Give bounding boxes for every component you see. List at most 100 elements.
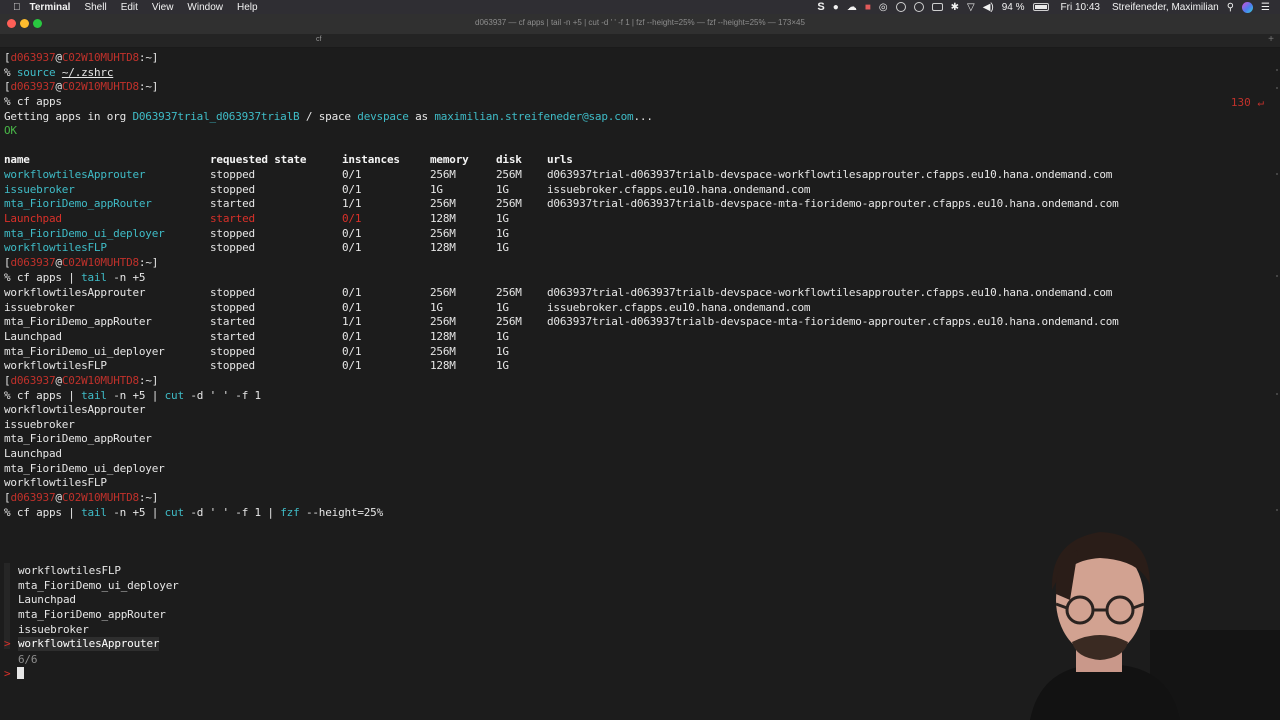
sync-icon[interactable] xyxy=(892,2,910,12)
cell-instances: 0/1 xyxy=(342,359,362,373)
window-titlebar: d063937 — cf apps | tail -n +5 | cut -d … xyxy=(0,14,1280,35)
clock[interactable]: Fri 10:43 xyxy=(1053,2,1104,13)
menu-help[interactable]: Help xyxy=(230,2,265,13)
cell-memory: 256M xyxy=(430,286,456,299)
cell-memory: 128M xyxy=(430,212,456,225)
record-icon[interactable]: ■ xyxy=(861,2,875,13)
prompt-line: [d063937@C02W10MUHTD8:~] xyxy=(4,256,159,269)
user-name[interactable]: Streifeneder, Maximilian xyxy=(1104,2,1223,13)
tab-cf[interactable]: cf xyxy=(316,36,321,43)
cell-state: stopped xyxy=(210,344,255,358)
cell-name: workflowtilesApprouter xyxy=(4,286,146,299)
cell-memory: 1G xyxy=(430,182,443,196)
cell-memory: 256M xyxy=(430,344,456,358)
cell-instances: 0/1 xyxy=(342,212,362,225)
cell-url: d063937trial-d063937trialb-devspace-work… xyxy=(547,168,1113,181)
prompt-line: [d063937@C02W10MUHTD8:~] xyxy=(4,51,159,64)
cell-url: d063937trial-d063937trialb-devspace-work… xyxy=(547,286,1113,299)
cell-instances: 0/1 xyxy=(342,241,362,255)
cell-memory: 256M xyxy=(430,197,456,211)
wifi-icon[interactable]: ▽ xyxy=(963,2,979,13)
new-tab-button[interactable]: + xyxy=(1268,34,1274,45)
cell-disk: 1G xyxy=(496,241,509,255)
cell-state: stopped xyxy=(210,168,255,181)
cell-disk: 256M xyxy=(496,197,522,211)
cell-name: issuebroker xyxy=(4,182,75,196)
cell-disk: 1G xyxy=(496,330,509,343)
prompt-line: [d063937@C02W10MUHTD8:~] xyxy=(4,80,159,93)
vpn-icon[interactable]: ◎ xyxy=(875,2,892,13)
cloud-icon[interactable]: ☁ xyxy=(843,2,861,13)
apple-menu-icon[interactable]:  xyxy=(0,2,30,13)
return-code: 130 ↵ xyxy=(1230,96,1264,109)
cell-url: d063937trial-d063937trialb-devspace-mta-… xyxy=(547,315,1119,329)
cell-disk: 256M xyxy=(496,286,522,299)
ok-line: OK xyxy=(4,124,17,137)
presenter-image xyxy=(1030,532,1280,720)
command-line: % cf apps | tail -n +5 | cut -d ' ' -f 1… xyxy=(4,506,384,519)
cell-name: issuebroker xyxy=(4,300,75,314)
fzf-item-label: mta_FioriDemo_appRouter xyxy=(18,608,166,621)
siri-icon[interactable] xyxy=(1238,1,1257,13)
webcam-overlay xyxy=(1000,520,1280,720)
command-line: % cf apps | tail -n +5 | cut -d ' ' -f 1 xyxy=(4,389,261,402)
cell-instances: 0/1 xyxy=(342,182,362,196)
cell-disk: 256M xyxy=(496,168,522,181)
cell-name: workflowtilesFLP xyxy=(4,241,107,255)
fzf-pointer-icon: > xyxy=(4,637,11,651)
fzf-item-label: workflowtilesFLP xyxy=(18,564,121,577)
fzf-item-label: mta_FioriDemo_ui_deployer xyxy=(18,578,179,592)
list-item: mta_FioriDemo_appRouter xyxy=(4,432,152,446)
list-item: Launchpad xyxy=(4,447,62,460)
cell-instances: 0/1 xyxy=(342,226,362,240)
fzf-gutter xyxy=(4,563,10,649)
cell-name: workflowtilesFLP xyxy=(4,359,107,373)
cell-memory: 1G xyxy=(430,300,443,314)
text-cursor xyxy=(16,667,24,679)
getting-apps-line: Getting apps in org D063937trial_d063937… xyxy=(4,110,653,123)
bluetooth-icon[interactable]: ✱ xyxy=(947,2,963,13)
menu-window[interactable]: Window xyxy=(180,2,230,13)
display-icon[interactable] xyxy=(928,3,947,11)
cell-name: workflowtilesApprouter xyxy=(4,168,146,181)
skype-icon[interactable]: S xyxy=(813,1,828,13)
cell-state: started xyxy=(210,212,255,225)
battery-icon[interactable] xyxy=(1029,3,1053,11)
dropbox-icon[interactable]: ● xyxy=(829,2,843,13)
cell-url: d063937trial-d063937trialb-devspace-mta-… xyxy=(547,197,1119,211)
cell-instances: 1/1 xyxy=(342,315,362,329)
menu-app-terminal[interactable]: Terminal xyxy=(30,2,78,13)
menubar-left:  Terminal Shell Edit View Window Help xyxy=(0,0,265,14)
cell-instances: 1/1 xyxy=(342,197,362,211)
cell-instances: 0/1 xyxy=(342,300,362,314)
cell-disk: 1G xyxy=(496,226,509,240)
list-item: workflowtilesFLP xyxy=(4,476,107,490)
cell-url: issuebroker.cfapps.eu10.hana.ondemand.co… xyxy=(547,300,811,314)
cell-name: mta_FioriDemo_appRouter xyxy=(4,315,152,329)
menubar:  Terminal Shell Edit View Window Help S… xyxy=(0,0,1280,14)
prompt-line: [d063937@C02W10MUHTD8:~] xyxy=(4,491,159,504)
notification-center-icon[interactable]: ☰ xyxy=(1257,2,1274,13)
menu-shell[interactable]: Shell xyxy=(77,2,113,13)
cell-memory: 128M xyxy=(430,359,456,373)
fzf-item-label: workflowtilesApprouter xyxy=(18,637,160,652)
spotlight-search-icon[interactable]: ⚲ xyxy=(1223,2,1238,13)
cell-disk: 256M xyxy=(496,315,522,329)
menu-view[interactable]: View xyxy=(145,2,181,13)
cell-instances: 0/1 xyxy=(342,330,362,343)
volume-icon[interactable]: ◀) xyxy=(979,2,998,13)
fzf-query-input[interactable]: > xyxy=(4,667,24,681)
menu-edit[interactable]: Edit xyxy=(114,2,145,13)
timemachine-icon[interactable] xyxy=(910,2,928,12)
cell-disk: 1G xyxy=(496,344,509,358)
battery-percent[interactable]: 94 % xyxy=(998,2,1029,13)
cell-state: started xyxy=(210,197,255,211)
cell-name: mta_FioriDemo_ui_deployer xyxy=(4,226,165,240)
command-line: % source ~/.zshrc xyxy=(4,66,114,79)
cell-state: stopped xyxy=(210,226,255,240)
prompt-line: [d063937@C02W10MUHTD8:~] xyxy=(4,374,159,387)
window-title: d063937 — cf apps | tail -n +5 | cut -d … xyxy=(475,18,805,27)
cell-instances: 0/1 xyxy=(342,286,362,299)
cell-disk: 1G xyxy=(496,182,509,196)
cell-memory: 128M xyxy=(430,330,456,343)
